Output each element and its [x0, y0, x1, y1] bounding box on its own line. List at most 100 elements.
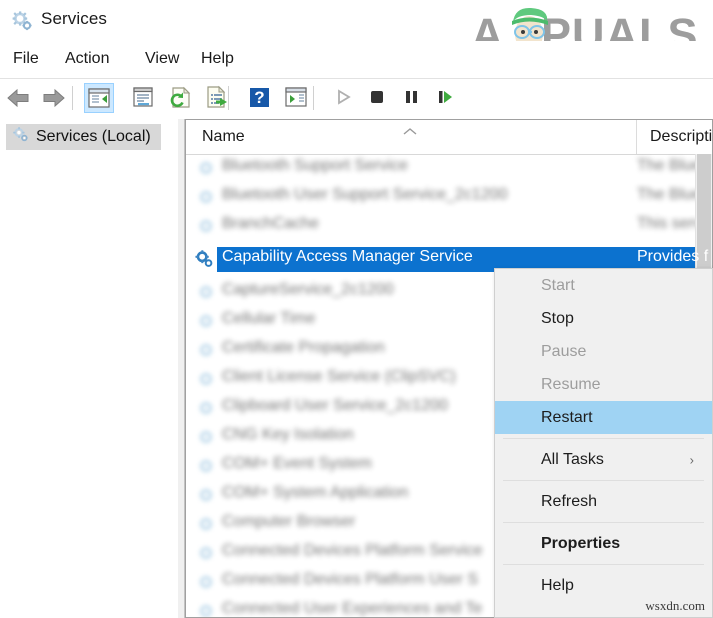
service-gear-icon — [198, 189, 215, 206]
context-menu-item-label: Resume — [541, 375, 601, 393]
service-name: Bluetooth Support Service — [222, 157, 408, 174]
context-menu-item-label: Refresh — [541, 492, 598, 510]
service-name: BranchCache — [222, 215, 319, 232]
service-gear-icon — [198, 516, 215, 533]
service-gear-icon — [198, 218, 215, 235]
site-watermark: wsxdn.com — [645, 598, 705, 613]
pause-service-button[interactable] — [397, 83, 427, 113]
menu-help[interactable]: Help — [196, 48, 239, 70]
export-list-icon — [203, 83, 233, 111]
column-header-name[interactable]: Name — [186, 120, 636, 154]
service-gear-icon — [198, 429, 215, 446]
context-menu-item-label: Restart — [541, 408, 593, 426]
console-tree-icon — [85, 84, 113, 112]
stop-service-button[interactable] — [363, 83, 393, 113]
context-menu-item-all-tasks[interactable]: All Tasks › — [495, 443, 712, 476]
services-gear-icon — [11, 10, 33, 32]
sort-ascending-icon — [402, 123, 418, 135]
context-menu-item-pause[interactable]: Pause — [495, 335, 712, 368]
chevron-right-icon: › — [689, 452, 694, 467]
toolbar: ? — [0, 78, 713, 120]
services-gear-icon — [12, 126, 29, 148]
list-column-headers: Name Descriptio — [186, 120, 712, 155]
service-gear-icon — [198, 160, 215, 177]
menu-bar: File Action View Help — [0, 41, 713, 78]
properties-button[interactable] — [129, 83, 159, 113]
refresh-button[interactable] — [166, 83, 196, 113]
service-gear-icon — [198, 342, 215, 359]
context-menu-separator — [503, 564, 704, 565]
title-bar: Services A PUALS — [0, 0, 713, 61]
service-name: CaptureService_2c1200 — [222, 281, 394, 298]
context-menu-item-properties[interactable]: Properties — [495, 527, 712, 560]
show-action-pane-button[interactable] — [282, 83, 312, 113]
context-menu: Start Stop Pause Resume Restart All Task… — [494, 268, 713, 618]
service-gear-icon — [198, 313, 215, 330]
table-row[interactable]: BranchCache This servi — [186, 212, 712, 241]
service-name: CNG Key Isolation — [222, 426, 354, 443]
context-menu-item-label: Help — [541, 576, 574, 594]
service-name: Connected Devices Platform Service — [222, 542, 483, 559]
properties-icon — [129, 83, 159, 111]
arrow-right-icon — [38, 83, 68, 113]
service-gear-icon — [198, 400, 215, 417]
service-gear-icon — [198, 284, 215, 301]
help-button[interactable]: ? — [245, 83, 275, 113]
service-name: Computer Browser — [222, 513, 356, 530]
restart-icon — [431, 83, 461, 111]
service-gear-icon — [198, 458, 215, 475]
column-header-name-label: Name — [202, 128, 245, 145]
back-button[interactable] — [4, 83, 34, 113]
context-menu-separator — [503, 522, 704, 523]
arrow-left-icon — [4, 83, 34, 113]
service-description: Provides f — [637, 248, 709, 265]
service-name: Connected User Experiences and Te — [222, 600, 483, 617]
service-gear-icon — [198, 487, 215, 504]
context-menu-item-label: Properties — [541, 534, 621, 552]
context-menu-item-label: Stop — [541, 309, 574, 327]
sidebar-item-label: Services (Local) — [36, 128, 151, 145]
service-gear-icon — [198, 545, 215, 562]
context-menu-separator — [503, 480, 704, 481]
column-header-description[interactable]: Descriptio — [636, 120, 712, 154]
context-menu-separator — [503, 438, 704, 439]
service-name: Connected Devices Platform User S — [222, 571, 479, 588]
menu-action[interactable]: Action — [60, 48, 114, 70]
context-menu-item-stop[interactable]: Stop — [495, 302, 712, 335]
start-service-button[interactable] — [329, 83, 359, 113]
service-name: Certificate Propagation — [222, 339, 385, 356]
context-menu-item-label: Pause — [541, 342, 587, 360]
service-name: Capability Access Manager Service — [222, 248, 473, 265]
service-name: Clipboard User Service_2c1200 — [222, 397, 448, 414]
action-pane-icon — [282, 83, 312, 111]
service-gear-icon — [198, 371, 215, 388]
context-menu-item-start[interactable]: Start — [495, 269, 712, 302]
help-question-icon: ? — [245, 83, 275, 111]
forward-button[interactable] — [38, 83, 68, 113]
show-hide-tree-button[interactable] — [84, 83, 114, 113]
refresh-icon — [166, 83, 196, 111]
context-menu-item-label: Start — [541, 276, 575, 294]
play-icon — [329, 83, 359, 111]
service-gear-icon — [198, 603, 215, 617]
context-menu-item-refresh[interactable]: Refresh — [495, 485, 712, 518]
console-tree-pane: Services (Local) — [0, 119, 179, 618]
toolbar-separator — [313, 86, 314, 110]
menu-view[interactable]: View — [140, 48, 184, 70]
service-name: Client License Service (ClipSVC) — [222, 368, 456, 385]
toolbar-separator — [72, 86, 73, 110]
context-menu-item-resume[interactable]: Resume — [495, 368, 712, 401]
restart-service-button[interactable] — [431, 83, 461, 113]
window-title: Services — [41, 9, 107, 28]
service-gear-icon — [194, 249, 214, 269]
context-menu-item-restart[interactable]: Restart — [495, 401, 712, 434]
service-name: Bluetooth User Support Service_2c1200 — [222, 186, 508, 203]
service-name: COM+ Event System — [222, 455, 372, 472]
table-row[interactable]: Bluetooth User Support Service_2c1200 Th… — [186, 183, 712, 212]
context-menu-item-label: All Tasks — [541, 450, 604, 468]
export-list-button[interactable] — [203, 83, 233, 113]
menu-file[interactable]: File — [8, 48, 44, 70]
pane-splitter[interactable] — [178, 119, 185, 618]
table-row[interactable]: Bluetooth Support Service The Bluet — [186, 154, 712, 183]
sidebar-item-services-local[interactable]: Services (Local) — [6, 124, 161, 150]
